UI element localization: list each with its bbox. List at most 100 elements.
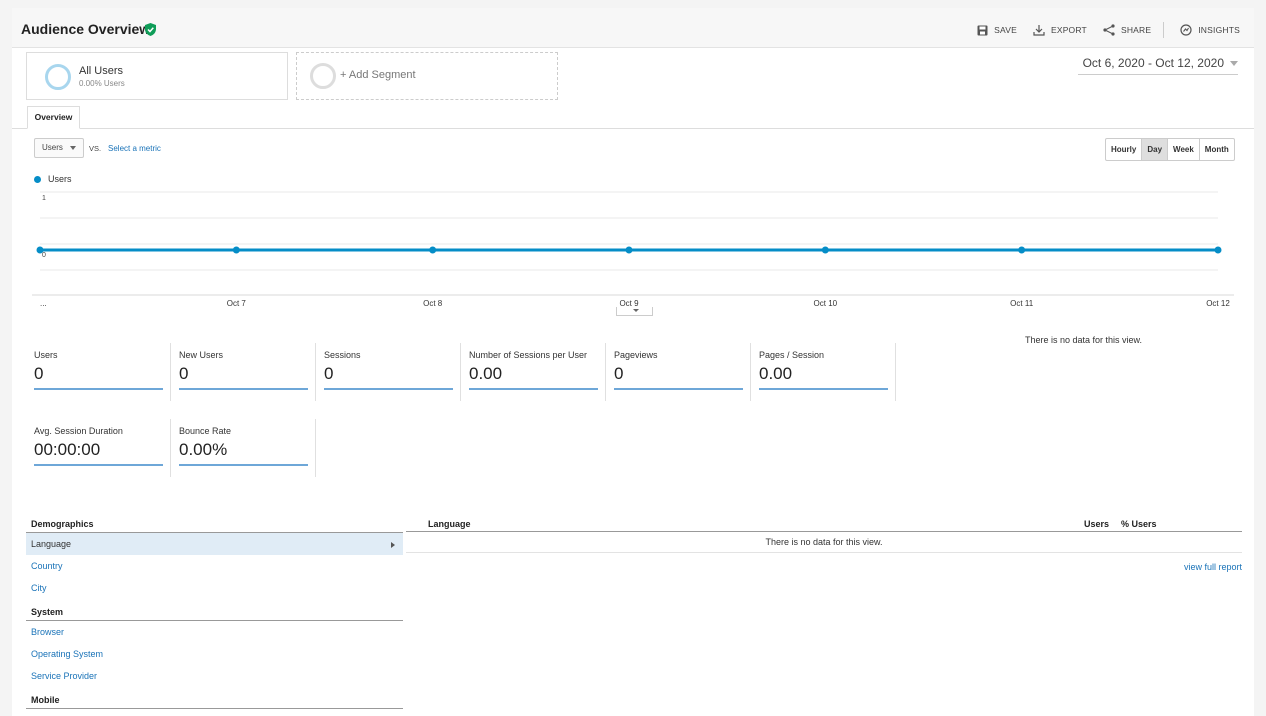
section-heading-system: System (26, 603, 403, 621)
granularity-month[interactable]: Month (1200, 139, 1234, 160)
dropdown-caret-icon (70, 146, 76, 150)
scorecard-users[interactable]: Users 0 (12, 340, 171, 404)
add-segment-button[interactable]: + Add Segment (296, 52, 558, 100)
scorecard-value: 0.00 (469, 364, 503, 383)
chart-legend: Users (34, 174, 72, 184)
x-tick-label: Oct 7 (227, 299, 247, 308)
tab-underline (12, 128, 1254, 129)
chevron-down-icon (1230, 61, 1238, 67)
column-header-percent-users: % Users (1121, 519, 1157, 529)
table-empty-message: There is no data for this view. (406, 532, 1242, 553)
data-point (1214, 246, 1222, 254)
date-range-label: Oct 6, 2020 - Oct 12, 2020 (1082, 56, 1224, 70)
metric-select[interactable]: Users (34, 138, 84, 158)
granularity-day[interactable]: Day (1142, 139, 1169, 160)
header-divider (1163, 22, 1165, 38)
scorecard-sessions-per-user[interactable]: Number of Sessions per User 0.00 (447, 340, 606, 404)
x-tick-label: Oct 10 (814, 299, 838, 308)
scorecard-pageviews[interactable]: Pageviews 0 (592, 340, 751, 404)
table-header: Language Users % Users (406, 515, 1242, 532)
granularity-week[interactable]: Week (1168, 139, 1200, 160)
chart-collapse-handle[interactable] (616, 307, 653, 316)
empty-segment-icon (310, 63, 336, 89)
data-point (232, 246, 240, 254)
legend-dot (34, 175, 41, 183)
nav-item-language[interactable]: Language (26, 533, 403, 555)
y-tick-label: 0 (42, 252, 46, 259)
metric-select-value: Users (42, 143, 63, 152)
scorecard-sessions[interactable]: Sessions 0 (302, 340, 461, 404)
nav-item-operating-system[interactable]: Operating System (26, 643, 403, 665)
export-button[interactable]: EXPORT (1033, 24, 1087, 36)
scorecard-value: 0 (34, 364, 44, 383)
scorecard-sparkline (324, 388, 453, 390)
report-page: Audience Overview SAVE EXPORT SHARE INSI… (12, 8, 1254, 716)
chevron-right-icon (391, 542, 395, 548)
scorecard-label: Bounce Rate (179, 426, 232, 436)
scorecard-label: Pages / Session (759, 350, 825, 360)
share-button[interactable]: SHARE (1103, 24, 1151, 36)
export-icon (1033, 25, 1045, 36)
nav-item-service-provider[interactable]: Service Provider (26, 665, 403, 687)
nav-item-browser[interactable]: Browser (26, 621, 403, 643)
column-header-users: Users (1084, 519, 1110, 529)
demographics-nav: Demographics Language Country City Syste… (26, 515, 403, 709)
scorecard-bounce-rate[interactable]: Bounce Rate 0.00% (157, 416, 316, 480)
insights-button[interactable]: INSIGHTS (1180, 24, 1240, 36)
date-range-picker[interactable]: Oct 6, 2020 - Oct 12, 2020 (1078, 56, 1238, 75)
scorecard-value: 0 (179, 364, 189, 383)
granularity-hourly[interactable]: Hourly (1106, 139, 1143, 160)
scorecard-divider (315, 419, 316, 477)
scorecard-label: New Users (179, 350, 224, 360)
header-actions: SAVE EXPORT SHARE INSIGHTS (961, 22, 1240, 38)
verified-shield-icon (145, 23, 156, 36)
scorecard-divider (895, 343, 896, 401)
data-point (1018, 246, 1026, 254)
scorecard-label: Number of Sessions per User (469, 350, 588, 360)
granularity-toggle: Hourly Day Week Month (1105, 138, 1235, 161)
column-header-language: Language (428, 519, 471, 529)
language-table: Language Users % Users There is no data … (406, 515, 1242, 572)
scorecard-sparkline (179, 388, 308, 390)
segment-ring-icon (45, 64, 71, 90)
segment-share: 0.00% Users (79, 79, 125, 88)
share-icon (1103, 24, 1115, 36)
scorecard-sparkline (179, 464, 308, 466)
users-line-chart: 10... Oct 7 Oct 8 Oct 9 Oct 10 Oct 11 Oct 12 (32, 191, 1234, 308)
scorecard-sparkline (614, 388, 743, 390)
nav-item-city[interactable]: City (26, 577, 403, 599)
view-full-report-link[interactable]: view full report (1184, 562, 1242, 572)
insights-label: INSIGHTS (1198, 25, 1240, 35)
section-heading-demographics: Demographics (26, 515, 403, 533)
vs-label: VS. (89, 144, 102, 153)
data-point (429, 246, 437, 254)
nav-item-country[interactable]: Country (26, 555, 403, 577)
legend-label: Users (48, 174, 72, 184)
scorecard-pages-per-session[interactable]: Pages / Session 0.00 (737, 340, 896, 404)
data-point (821, 246, 829, 254)
share-label: SHARE (1120, 25, 1152, 35)
add-segment-label: + Add Segment (340, 69, 416, 81)
scorecard-avg-session-duration[interactable]: Avg. Session Duration 00:00:00 (12, 416, 171, 480)
x-tick-label: ... (40, 299, 47, 308)
segment-all-users[interactable]: All Users 0.00% Users (26, 52, 288, 100)
section-heading-mobile: Mobile (26, 691, 403, 709)
x-tick-label: Oct 12 (1206, 299, 1230, 308)
x-tick-label: Oct 8 (423, 299, 443, 308)
tab-overview[interactable]: Overview (27, 106, 80, 129)
page-title: Audience Overview (21, 21, 151, 37)
scorecard-sparkline (469, 388, 598, 390)
save-label: SAVE (994, 25, 1017, 35)
export-label: EXPORT (1050, 25, 1087, 35)
pie-no-data-message: There is no data for this view. (1025, 335, 1143, 345)
scorecard-label: Users (34, 350, 58, 360)
scorecard-new-users[interactable]: New Users 0 (157, 340, 316, 404)
scorecard-value: 00:00:00 (34, 440, 101, 459)
scorecard-sparkline (34, 464, 163, 466)
scorecard-label: Sessions (324, 350, 361, 360)
x-tick-label: Oct 11 (1010, 299, 1034, 308)
save-button[interactable]: SAVE (977, 25, 1017, 36)
scorecard-value: 0.00 (759, 364, 793, 383)
segment-name: All Users (79, 65, 124, 77)
select-metric-link[interactable]: Select a metric (108, 144, 161, 153)
